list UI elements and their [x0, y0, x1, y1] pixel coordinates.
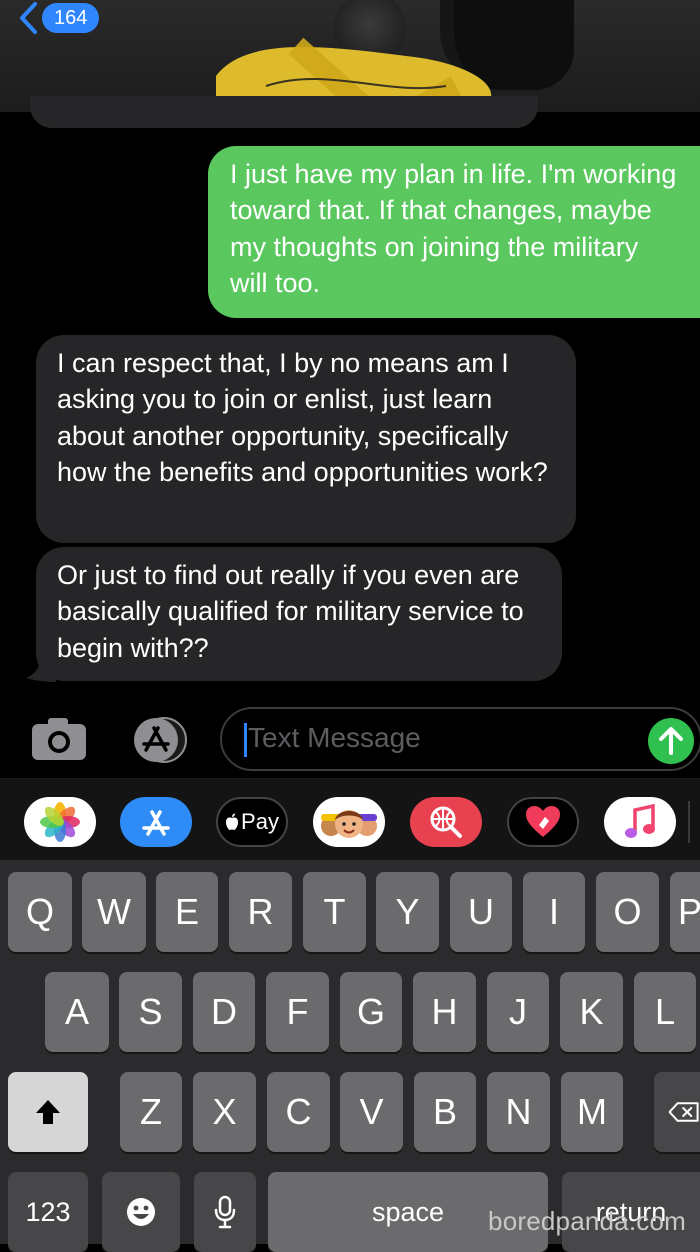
key-o[interactable]: O	[596, 872, 659, 952]
keyboard: Q W E R T Y U I O P A S D F G H J K L Z …	[0, 860, 700, 1252]
photos-flower-icon	[40, 802, 80, 842]
apple-logo-icon	[226, 813, 239, 830]
received-message-text: I can respect that, I by no means am I a…	[57, 348, 548, 487]
arrow-up-icon	[659, 727, 683, 755]
key-y[interactable]: Y	[376, 872, 439, 952]
key-z[interactable]: Z	[120, 1072, 182, 1152]
sent-message-bubble[interactable]: I just have my plan in life. I'm working…	[208, 146, 700, 318]
text-cursor	[244, 723, 247, 757]
heart-touch-icon	[526, 806, 560, 837]
memoji-app-icon[interactable]	[313, 797, 385, 847]
shift-key[interactable]	[8, 1072, 88, 1152]
key-k[interactable]: K	[560, 972, 623, 1052]
received-message-bubble[interactable]: I can respect that, I by no means am I a…	[36, 335, 576, 543]
source-watermark: boredpanda.com	[488, 1206, 686, 1236]
photos-app-icon[interactable]	[24, 797, 96, 847]
emoji-key[interactable]	[102, 1172, 180, 1252]
app-store-app-icon[interactable]	[120, 797, 192, 847]
chevron-left-icon	[20, 2, 37, 34]
images-search-app-icon[interactable]	[410, 797, 482, 847]
numbers-key-label: 123	[25, 1196, 71, 1227]
key-g[interactable]: G	[340, 972, 402, 1052]
digital-touch-app-icon[interactable]	[507, 797, 579, 847]
delete-key[interactable]	[654, 1072, 700, 1152]
memoji-faces-icon	[321, 810, 377, 838]
music-app-icon[interactable]	[604, 797, 676, 847]
key-p[interactable]: P	[670, 872, 700, 952]
app-store-icon[interactable]	[124, 716, 190, 764]
received-message-text: Or just to find out really if you even a…	[57, 560, 524, 663]
unread-count-badge: 164	[42, 3, 100, 33]
key-u[interactable]: U	[450, 872, 512, 952]
microphone-icon	[214, 1195, 236, 1229]
sent-message-text: I just have my plan in life. I'm working…	[230, 159, 677, 298]
key-a[interactable]: A	[45, 972, 109, 1052]
globe-search-icon	[430, 806, 462, 838]
key-x[interactable]: X	[193, 1072, 256, 1152]
numbers-key[interactable]: 123	[8, 1172, 88, 1252]
apple-pay-app-icon[interactable]: Pay	[216, 797, 288, 847]
key-d[interactable]: D	[193, 972, 255, 1052]
key-m[interactable]: M	[561, 1072, 623, 1152]
key-e[interactable]: E	[156, 872, 218, 952]
received-message-bubble[interactable]: Or just to find out really if you even a…	[36, 547, 562, 681]
key-r[interactable]: R	[229, 872, 292, 952]
drawer-divider	[688, 801, 690, 843]
message-input[interactable]: Text Message	[220, 707, 700, 771]
back-button[interactable]: 164	[18, 0, 108, 36]
key-j[interactable]: J	[487, 972, 549, 1052]
music-note-icon	[625, 804, 655, 838]
camera-icon[interactable]	[30, 716, 88, 762]
apple-pay-label: Pay	[241, 809, 279, 834]
key-t[interactable]: T	[303, 872, 366, 952]
dictation-key[interactable]	[194, 1172, 256, 1252]
bubble-tail	[26, 660, 56, 682]
key-l[interactable]: L	[634, 972, 696, 1052]
send-button[interactable]	[648, 718, 694, 764]
key-n[interactable]: N	[487, 1072, 550, 1152]
key-b[interactable]: B	[414, 1072, 476, 1152]
imessage-app-drawer: Pay	[0, 778, 700, 861]
previous-message-bubble	[30, 96, 538, 128]
key-s[interactable]: S	[119, 972, 182, 1052]
backspace-icon	[668, 1102, 699, 1122]
space-key-label: space	[371, 1196, 445, 1227]
message-input-placeholder: Text Message	[248, 722, 421, 753]
key-i[interactable]: I	[523, 872, 585, 952]
shift-arrow-icon	[36, 1100, 60, 1124]
key-v[interactable]: V	[340, 1072, 403, 1152]
key-c[interactable]: C	[267, 1072, 330, 1152]
emoji-face-icon	[127, 1198, 155, 1226]
key-f[interactable]: F	[266, 972, 329, 1052]
key-h[interactable]: H	[413, 972, 476, 1052]
app-store-a-icon	[142, 810, 170, 836]
key-q[interactable]: Q	[8, 872, 72, 952]
key-w[interactable]: W	[82, 872, 146, 952]
